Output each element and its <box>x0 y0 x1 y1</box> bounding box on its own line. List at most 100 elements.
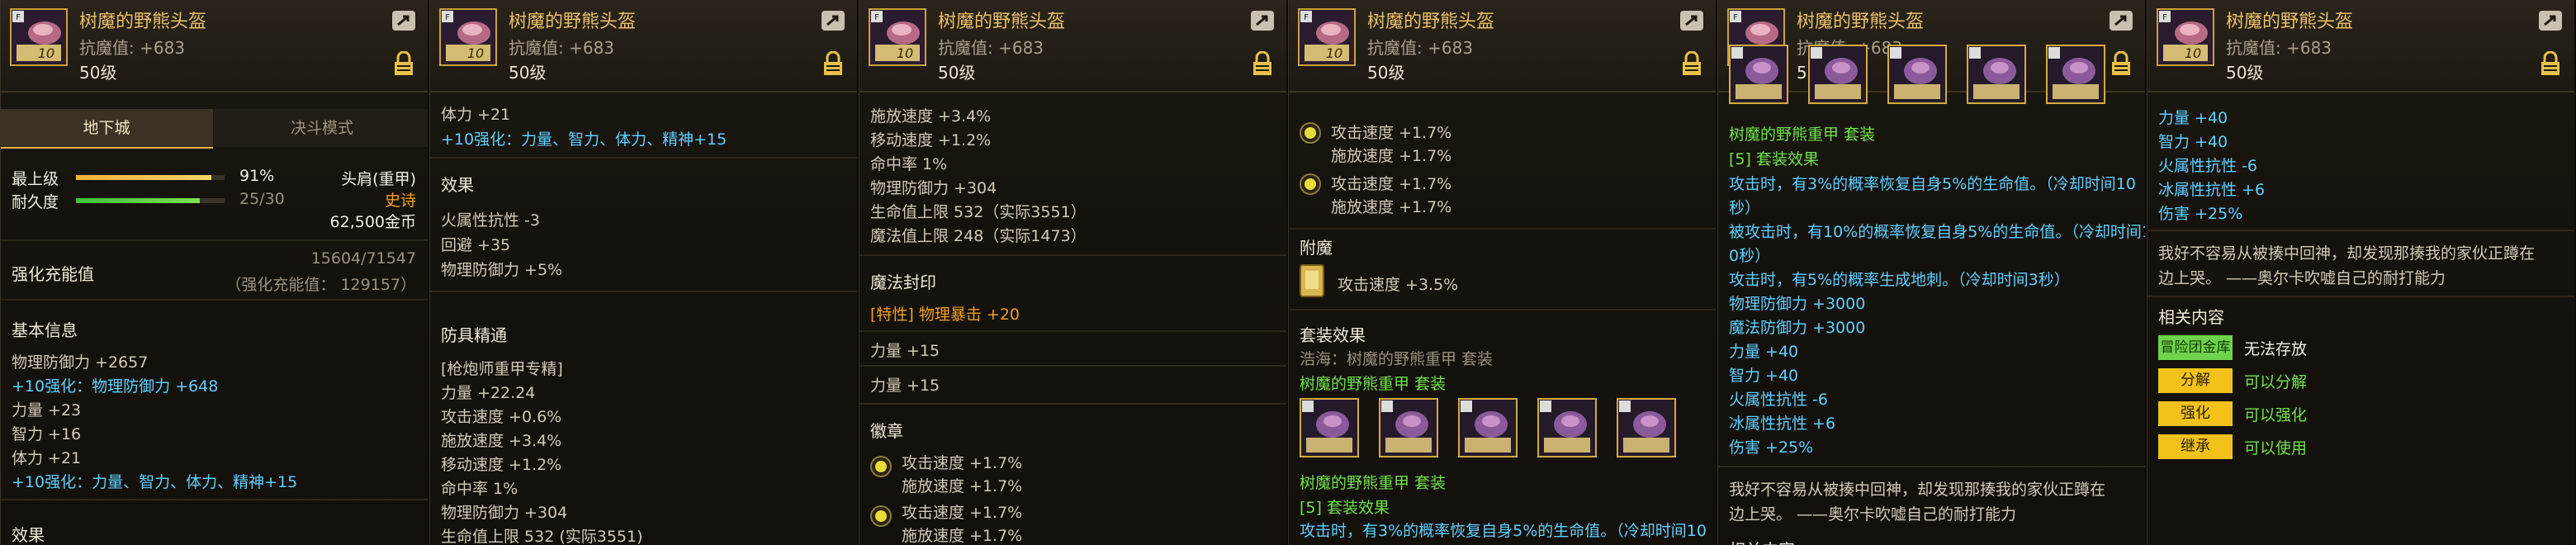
enchant-card-icon[interactable] <box>1300 264 1324 297</box>
item-resist: 抗魔值: +683 <box>509 38 615 58</box>
set-effect-line: 物理防御力 +3000 <box>1729 295 1866 313</box>
effect-line: 回避 +35 <box>441 236 511 254</box>
emblem-icon[interactable] <box>870 456 892 477</box>
set-item-icon[interactable] <box>1458 398 1518 457</box>
set-tier: [5] 套装效果 <box>1300 499 1390 517</box>
stat-line: 施放速度 +3.4% <box>870 107 992 126</box>
set-tier: [5] 套装效果 <box>1729 150 1819 168</box>
item-thumbnail[interactable]: F 10 <box>439 8 497 66</box>
durability-value: 25/30 <box>239 190 285 208</box>
lock-icon[interactable] <box>1681 51 1702 76</box>
item-name: 树魔的野熊头盔 <box>79 12 207 32</box>
item-thumbnail[interactable]: F 10 <box>869 8 926 66</box>
set-item-icon[interactable] <box>1729 45 1788 104</box>
svg-text:F: F <box>1304 13 1309 22</box>
enhance-value: 15604/71547 <box>310 249 416 268</box>
item-thumbnail[interactable]: F 10 <box>2157 8 2214 66</box>
set-item-icon[interactable] <box>1300 398 1359 457</box>
lock-icon[interactable] <box>822 51 844 76</box>
divider <box>859 403 1286 405</box>
stat-line: 物理防御力 +304 <box>870 179 997 197</box>
item-header: F 10 树魔的野熊头盔 抗魔值: +683 50级 <box>1288 0 1716 92</box>
share-icon[interactable] <box>2109 10 2133 31</box>
stat-line: 体力 +21 <box>12 449 82 467</box>
action-button[interactable]: 冒险团金库 <box>2158 335 2233 360</box>
divider <box>429 291 857 292</box>
set-effect-line: 力量 +40 <box>1729 343 1799 361</box>
set-effect-line: 0秒） <box>1729 247 1771 265</box>
set-item-icon[interactable] <box>1887 45 1947 104</box>
item-header: F 10 树魔的野熊头盔 抗魔值: +683 50级 <box>0 0 428 92</box>
flavor-text: 边上哭。 ——奥尔卡吹嘘自己的耐打能力 <box>2158 269 2446 287</box>
divider <box>0 299 428 301</box>
lock-icon[interactable] <box>2110 51 2132 76</box>
mastery-line: 命中率 1% <box>441 480 519 498</box>
mastery-line: 攻击速度 +0.6% <box>441 408 562 426</box>
svg-text:F: F <box>1733 13 1738 22</box>
item-thumbnail[interactable]: F 10 <box>1298 8 1356 66</box>
share-icon[interactable] <box>1679 10 1704 31</box>
divider <box>0 499 428 500</box>
svg-text:10: 10 <box>2185 45 2201 61</box>
set-effect-line: 伤害 +25% <box>1729 438 1814 457</box>
item-resist: 抗魔值: +683 <box>938 38 1044 58</box>
effect-line: 物理防御力 +5% <box>441 261 563 279</box>
set-item-icon[interactable] <box>1379 398 1438 457</box>
tab-duel[interactable]: 决斗模式 <box>215 109 428 147</box>
tooltip-body: 地下城 决斗模式 最上级 91% 耐久度 25/30 头肩(重甲) 史诗 62,… <box>0 92 428 545</box>
lock-icon[interactable] <box>1252 51 1273 76</box>
stat-line: 命中率 1% <box>870 155 948 173</box>
action-button[interactable]: 强化 <box>2158 401 2233 426</box>
mastery-line: 施放速度 +3.4% <box>441 432 562 450</box>
emblem-icon[interactable] <box>1300 122 1321 144</box>
set-item-icon[interactable] <box>2046 45 2105 104</box>
stat-line: 智力 +16 <box>12 425 82 443</box>
emblem-icon[interactable] <box>1300 173 1321 195</box>
flavor-text: 我好不容易从被揍中回神，却发现那揍我的家伙正蹲在 <box>2158 244 2536 263</box>
emblem-line: 施放速度 +1.7% <box>902 527 1023 545</box>
set-item-icon[interactable] <box>1808 45 1868 104</box>
item-header: F 10 树魔的野熊头盔 抗魔值: +683 50级 <box>429 0 857 92</box>
item-level: 50级 <box>938 63 976 83</box>
mastery-line: 生命值上限 532 (实际3551) <box>441 528 643 545</box>
lock-icon[interactable] <box>2540 51 2561 76</box>
share-icon[interactable] <box>1250 10 1275 31</box>
divider <box>2147 230 2574 231</box>
flavor-text: 我好不容易从被揍中回神，却发现那揍我的家伙正蹲在 <box>1729 481 2106 499</box>
set-effect-line: 火属性抗性 -6 <box>2158 157 2257 175</box>
tooltip-body: 攻击速度 +1.7% 施放速度 +1.7% 攻击速度 +1.7% 施放速度 +1… <box>1288 92 1716 545</box>
section-armor-mastery: 防具精通 <box>441 325 507 345</box>
divider <box>2147 296 2574 297</box>
max-level-label: 最上级 <box>12 170 59 188</box>
set-item-icon[interactable] <box>1967 45 2026 104</box>
item-level: 50级 <box>79 63 117 83</box>
action-note: 可以分解 <box>2244 373 2308 391</box>
set-effect-line: 火属性抗性 -6 <box>1729 391 1828 409</box>
divider <box>859 330 1286 332</box>
tab-dungeon[interactable]: 地下城 <box>0 109 213 149</box>
tooltip-body: 力量 +40 智力 +40 火属性抗性 -6 冰属性抗性 +6 伤害 +25% 我好不容… <box>2147 92 2574 545</box>
set-item-icon[interactable] <box>1537 398 1597 457</box>
divider <box>429 157 857 159</box>
set-item-icon[interactable] <box>1617 398 1676 457</box>
lock-icon[interactable] <box>393 51 414 76</box>
max-level-pct: 91% <box>239 167 275 185</box>
svg-text:10: 10 <box>1326 45 1342 61</box>
svg-text:F: F <box>874 13 879 22</box>
share-icon[interactable] <box>2538 10 2563 31</box>
enchant-line: 攻击速度 +3.5% <box>1338 276 1459 294</box>
emblem-icon[interactable] <box>870 505 892 527</box>
tooltip-body: 体力 +21 +10强化：力量、智力、体力、精神+15 效果 火属性抗性 -3 … <box>429 92 857 545</box>
seal-stat-line: 力量 +15 <box>870 377 940 395</box>
share-icon[interactable] <box>821 10 845 31</box>
share-icon[interactable] <box>391 10 416 31</box>
stat-line: 物理防御力 +2657 <box>12 353 149 372</box>
divider <box>859 365 1286 367</box>
action-button[interactable]: 分解 <box>2158 368 2233 393</box>
set-effect-line: 伤害 +25% <box>2158 205 2243 223</box>
item-thumbnail[interactable]: F 10 <box>10 8 68 66</box>
action-button[interactable]: 继承 <box>2158 434 2233 459</box>
set-name-line: 浩海：树魔的野熊重甲 套装 <box>1300 350 1494 368</box>
item-header: F 10 树魔的野熊头盔 抗魔值: +683 50级 <box>859 0 1286 92</box>
set-title: 树魔的野熊重甲 套装 <box>1300 474 1447 492</box>
